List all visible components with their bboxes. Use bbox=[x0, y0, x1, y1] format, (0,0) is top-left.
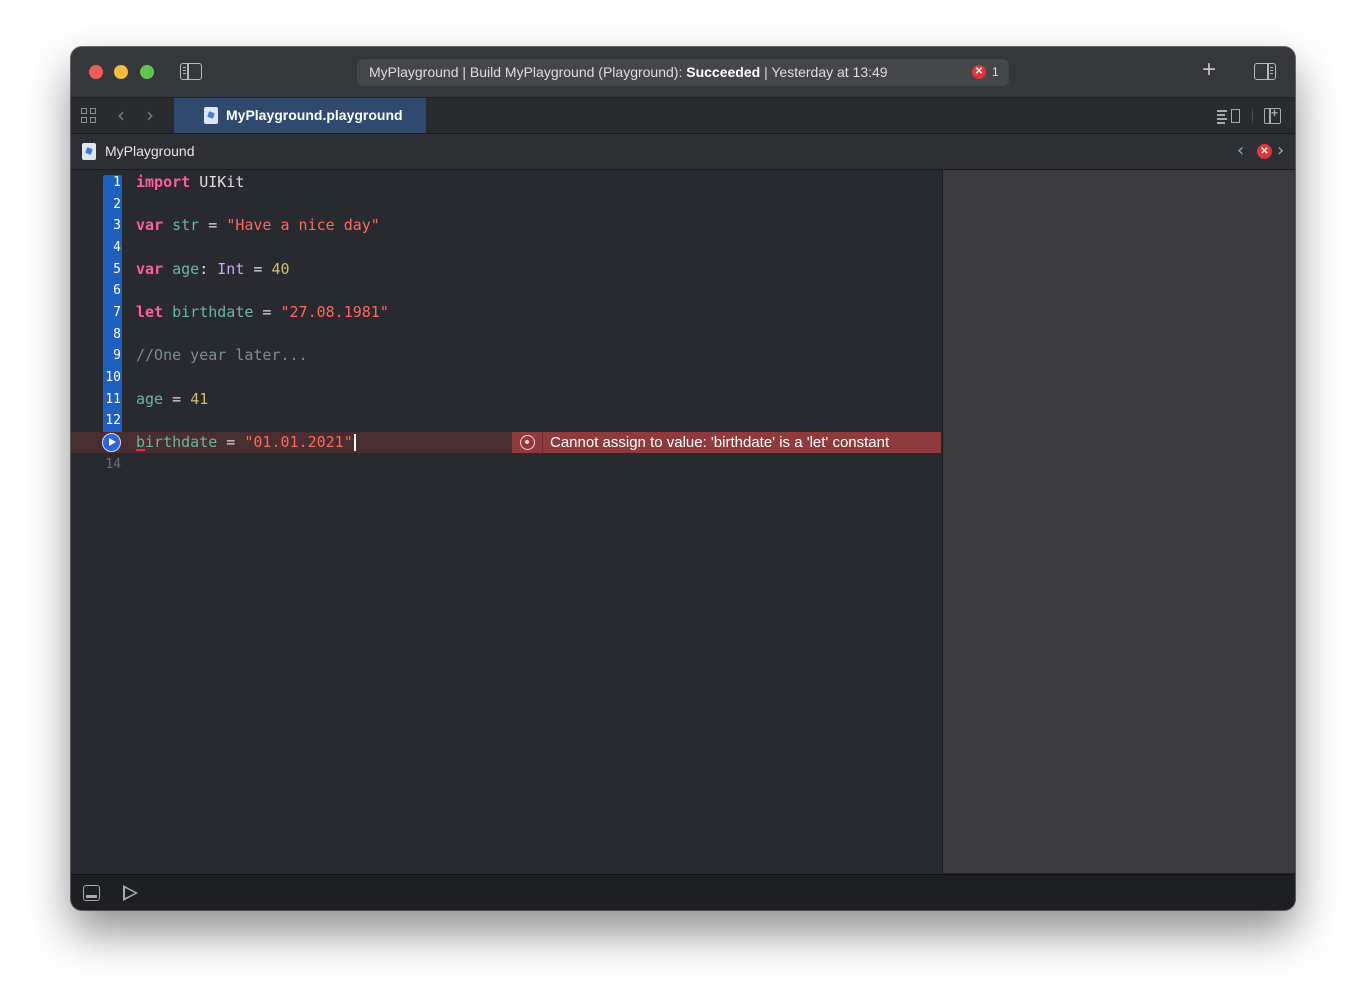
identifier: age bbox=[172, 260, 200, 278]
activity-viewer[interactable]: MyPlayground | Build MyPlayground (Playg… bbox=[357, 59, 1009, 86]
inline-error-message[interactable]: Cannot assign to value: 'birthdate' is a… bbox=[512, 432, 941, 453]
line-number: 2 bbox=[113, 197, 121, 212]
colon: : bbox=[199, 260, 218, 278]
minimize-window-button[interactable] bbox=[114, 65, 128, 79]
code-line[interactable]: 7 let birthdate = "27.08.1981" bbox=[71, 302, 941, 323]
tab-label: MyPlayground.playground bbox=[226, 107, 403, 123]
error-count[interactable]: 1 bbox=[992, 59, 999, 86]
tab-bar: ‹ › MyPlayground.playground bbox=[71, 98, 1295, 134]
comment: //One year later... bbox=[136, 346, 308, 364]
line-number: 12 bbox=[105, 413, 121, 428]
debug-area-icon[interactable] bbox=[83, 885, 100, 901]
string-literal: "27.08.1981" bbox=[280, 303, 389, 321]
toolbar-divider bbox=[1252, 109, 1253, 123]
string-literal: "01.01.2021" bbox=[244, 433, 353, 451]
number-literal: 40 bbox=[271, 260, 290, 278]
line-number: 10 bbox=[105, 370, 121, 385]
identifier: age bbox=[136, 390, 164, 408]
identifier: str bbox=[172, 216, 200, 234]
activity-status: Succeeded bbox=[686, 64, 761, 80]
forward-icon[interactable]: › bbox=[146, 104, 154, 126]
title-bar: MyPlayground | Build MyPlayground (Playg… bbox=[71, 47, 1295, 98]
code-text: UIKit bbox=[190, 173, 245, 191]
type-name: Int bbox=[217, 260, 245, 278]
results-sidebar[interactable] bbox=[942, 170, 1295, 873]
line-number: 11 bbox=[105, 392, 121, 407]
line-number: 1 bbox=[113, 175, 121, 190]
operator: = bbox=[244, 260, 272, 278]
add-editor-icon[interactable] bbox=[1264, 106, 1281, 124]
line-number: 3 bbox=[113, 218, 121, 233]
previous-issue-icon[interactable]: ‹ bbox=[1237, 140, 1244, 161]
bottom-bar bbox=[71, 874, 1295, 910]
add-button[interactable]: + bbox=[1199, 58, 1219, 82]
swift-file-icon bbox=[204, 107, 218, 124]
line-number: 5 bbox=[113, 262, 121, 277]
line-number: 7 bbox=[113, 305, 121, 320]
code-line[interactable]: 6 bbox=[71, 280, 941, 301]
code-line[interactable]: 9 //One year later... bbox=[71, 345, 941, 366]
operator: = bbox=[217, 433, 245, 451]
line-number: 9 bbox=[113, 348, 121, 363]
string-literal: "Have a nice day" bbox=[226, 216, 380, 234]
line-number: 8 bbox=[113, 327, 121, 342]
keyword: let bbox=[136, 303, 164, 321]
code-line[interactable]: 11 age = 41 bbox=[71, 389, 941, 410]
code-line[interactable]: 3 var str = "Have a nice day" bbox=[71, 215, 941, 236]
play-icon[interactable] bbox=[123, 885, 138, 901]
code-line[interactable]: 2 bbox=[71, 194, 941, 215]
activity-prefix: MyPlayground | Build MyPlayground (Playg… bbox=[369, 64, 687, 80]
code-line-error[interactable]: birthdate = "01.01.2021" Cannot assign t… bbox=[71, 432, 941, 453]
sidebar-toggle-icon[interactable] bbox=[180, 63, 202, 80]
code-line[interactable]: 14 bbox=[71, 454, 941, 475]
run-icon[interactable] bbox=[102, 433, 121, 452]
next-issue-icon[interactable]: › bbox=[1277, 140, 1284, 161]
operator: = bbox=[163, 390, 191, 408]
code-line[interactable]: 12 bbox=[71, 410, 941, 431]
swift-file-icon bbox=[82, 143, 96, 160]
code-line[interactable]: 1 import UIKit bbox=[71, 172, 941, 193]
line-number: 14 bbox=[105, 457, 121, 472]
keyword: var bbox=[136, 260, 164, 278]
close-window-button[interactable] bbox=[89, 65, 103, 79]
identifier: birthdate bbox=[136, 433, 218, 451]
line-number: 6 bbox=[113, 283, 121, 298]
activity-text: MyPlayground | Build MyPlayground (Playg… bbox=[369, 59, 888, 86]
keyword: var bbox=[136, 216, 164, 234]
breadcrumb[interactable]: MyPlayground bbox=[105, 134, 195, 169]
identifier: birthdate bbox=[172, 303, 254, 321]
line-number: 4 bbox=[113, 240, 121, 255]
activity-suffix: | Yesterday at 13:49 bbox=[760, 64, 888, 80]
text-cursor bbox=[353, 434, 356, 451]
keyword: import bbox=[136, 173, 191, 191]
code-line[interactable]: 10 bbox=[71, 367, 941, 388]
zoom-window-button[interactable] bbox=[140, 65, 154, 79]
jump-bar: MyPlayground ‹ ✕ › bbox=[71, 134, 1295, 170]
error-message-text: Cannot assign to value: 'birthdate' is a… bbox=[550, 434, 890, 451]
code-line[interactable]: 5 var age: Int = 40 bbox=[71, 259, 941, 280]
tab-myplayground[interactable]: MyPlayground.playground bbox=[174, 98, 426, 133]
operator: = bbox=[253, 303, 281, 321]
error-icon[interactable]: ✕ bbox=[972, 65, 986, 79]
back-icon[interactable]: ‹ bbox=[117, 104, 125, 126]
error-icon[interactable]: ✕ bbox=[1257, 144, 1272, 159]
code-line[interactable]: 4 bbox=[71, 237, 941, 258]
number-literal: 41 bbox=[190, 390, 209, 408]
operator: = bbox=[199, 216, 227, 234]
xcode-window: MyPlayground | Build MyPlayground (Playg… bbox=[71, 47, 1295, 910]
error-icon[interactable] bbox=[520, 435, 535, 450]
inspector-toggle-icon[interactable] bbox=[1254, 63, 1276, 80]
code-line[interactable]: 8 bbox=[71, 324, 941, 345]
source-editor[interactable]: 1 import UIKit 2 3 var str = "Have a nic… bbox=[71, 170, 941, 873]
grid-icon[interactable] bbox=[81, 108, 97, 124]
editor-options-icon[interactable] bbox=[1217, 108, 1241, 124]
